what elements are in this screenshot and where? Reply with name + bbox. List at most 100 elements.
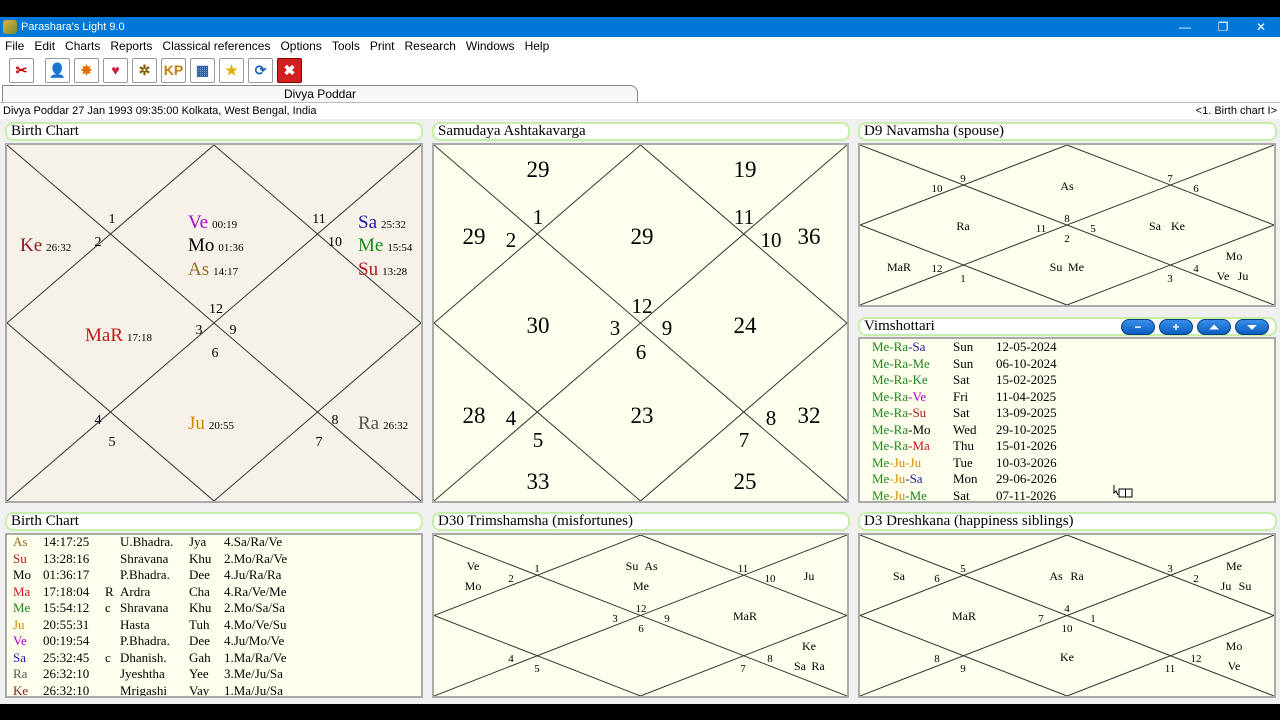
menu-options[interactable]: Options: [275, 39, 326, 53]
planet-row[interactable]: Ke 26:32:10 Mrigashi Vay 1.Ma/Ju/Sa: [13, 683, 421, 697]
menu-print[interactable]: Print: [365, 39, 400, 53]
minimize-button[interactable]: —: [1166, 17, 1204, 37]
dasha-weekday: Sat: [953, 405, 970, 420]
planet-row[interactable]: Ra 26:32:10 Jyeshtha Yee 3.Me/Ju/Sa: [13, 666, 421, 683]
planet-row[interactable]: Ma 17:18:04 R Ardra Cha 4.Ra/Ve/Me: [13, 584, 421, 601]
scroll-down-button[interactable]: ⏷: [1235, 319, 1269, 335]
ashtakavarga-panel[interactable]: 1 2 12 3 6 9 11 10 4 5 8 7 29 19 29 29 36 30 24 28 23 32 33 25: [432, 143, 849, 503]
menu-classical-references[interactable]: Classical references: [157, 39, 275, 53]
refresh-icon[interactable]: ⟳: [248, 57, 273, 83]
dasha-row[interactable]: Me-Ju-Me Sat 07-11-2026: [872, 488, 1272, 502]
menu-reports[interactable]: Reports: [105, 39, 157, 53]
menu-charts[interactable]: Charts: [60, 39, 105, 53]
dasha-period: Me-Ra-Me: [872, 356, 930, 373]
d3-header[interactable]: D3 Dreshkana (happiness siblings): [858, 512, 1277, 531]
house-number: 4: [1064, 603, 1070, 615]
planet-row[interactable]: Ve 00:19:54 P.Bhadra. Dee 4.Ju/Mo/Ve: [13, 633, 421, 650]
chart-selector[interactable]: <1. Birth chart I>: [1196, 103, 1277, 119]
vimshottari-controls: − + ⏶ ⏷: [1121, 319, 1273, 335]
dasha-lord: Me: [872, 471, 890, 486]
planet-row[interactable]: Su 13:28:16 Shravana Khu 2.Mo/Ra/Ve: [13, 550, 421, 568]
menu-file[interactable]: File: [0, 39, 29, 53]
collapse-button[interactable]: −: [1121, 319, 1155, 335]
sun-icon[interactable]: ✸: [74, 57, 99, 83]
heart-icon[interactable]: ♥: [103, 57, 128, 83]
planet-label: Ju: [1238, 269, 1249, 283]
menu-tools[interactable]: Tools: [327, 39, 365, 53]
planet-degree: 13:28:16: [43, 550, 90, 566]
vimshottari-panel[interactable]: Me-Ra-Sa Sun 12-05-2024 Me-Ra-Me Sun 06-10-20…: [858, 337, 1276, 503]
dasha-lord: -Ra: [889, 339, 909, 354]
planet-name: MaR: [85, 325, 123, 346]
nakshatra: Shravana: [120, 550, 169, 566]
house-number: 4: [95, 413, 102, 428]
person-icon[interactable]: 👤: [45, 57, 70, 83]
scroll-up-button[interactable]: ⏶: [1197, 319, 1231, 335]
restore-button[interactable]: ❐: [1204, 17, 1242, 37]
planet-label: Ve 00:19: [188, 212, 238, 233]
house-number: 10: [1062, 623, 1074, 635]
house-number: 2: [506, 228, 517, 252]
menu-windows[interactable]: Windows: [461, 39, 520, 53]
d30-diagram: 121110123 964587VeMoSu AsMeJuMaRKeSa Ra: [434, 535, 847, 696]
dasha-row[interactable]: Me-Ra-Ma Thu 15-01-2026: [872, 438, 1272, 455]
d9-panel[interactable]: 9 10 7 6 8 11 2 5 12 1 4 3 As Ra Sa Ke Mo MaR Su Me Ve Ju: [858, 143, 1276, 307]
dasha-row[interactable]: Me-Ra-Su Sat 13-09-2025: [872, 405, 1272, 422]
birth-chart-header[interactable]: Birth Chart: [5, 122, 423, 141]
nakshatra-abbr: Dee: [189, 633, 210, 648]
d30-panel[interactable]: 1 2 11 10 12 3 9 6 4 5 8 7 Ve Mo Su As Me Ju MaR Ke Sa Ra: [432, 533, 849, 698]
d3-panel[interactable]: 5 6 3 2 4 7 1 10 8 9 12 11 Sa As Ra Me Ju Su MaR Ke Mo Ve: [858, 533, 1276, 698]
house-number: 5: [960, 563, 966, 575]
house-number: 7: [1038, 613, 1044, 625]
planet-degree: 20:55: [209, 420, 235, 432]
close-button[interactable]: ✕: [1242, 17, 1280, 37]
planet-row[interactable]: Mo 01:36:17 P.Bhadra. Dee 4.Ju/Ra/Ra: [13, 567, 421, 584]
ashtakavarga-points: 19: [734, 157, 757, 182]
dasha-weekday: Tue: [953, 454, 973, 470]
birth-chart-panel[interactable]: 1 2 12 3 9 11 10 6 4 5 8 7 Ke 26:32 Ve 00:19 Mo 01:36 As 14…: [5, 143, 423, 503]
wheel-icon[interactable]: ✲: [132, 57, 157, 83]
d30-header[interactable]: D30 Trimshamsha (misfortunes): [432, 512, 850, 531]
planet-row[interactable]: Sa 25:32:45 c Dhanish. Gah 1.Ma/Ra/Ve: [13, 649, 421, 667]
birth-chart-diagram: 12 12 3 9 1110 6 45 87 Ke 26:32 Ve 00:19 Mo 01:36 As 14…: [7, 145, 421, 501]
ashtakavarga-points: 28: [463, 403, 486, 428]
birth-table-panel[interactable]: As 14:17:25 U.Bhadra. Jya 4.Sa/Ra/Ve Su 13:28:…: [5, 533, 423, 698]
dasha-row[interactable]: Me-Ra-Ke Sat 15-02-2025: [872, 372, 1272, 389]
house-number: 8: [332, 413, 339, 428]
dasha-weekday: Fri: [953, 388, 969, 404]
dasha-row[interactable]: Me-Ju-Sa Mon 29-06-2026: [872, 471, 1272, 488]
dasha-row[interactable]: Me-Ra-Ve Fri 11-04-2025: [872, 389, 1272, 406]
tools-icon[interactable]: ✂: [9, 57, 34, 83]
dasha-row[interactable]: Me-Ra-Sa Sun 12-05-2024: [872, 339, 1272, 356]
menu-edit[interactable]: Edit: [29, 39, 60, 53]
dasha-weekday: Wed: [953, 421, 977, 437]
close-red-icon[interactable]: ✖: [277, 57, 302, 83]
menu-research[interactable]: Research: [400, 39, 461, 53]
planet-row[interactable]: Ju 20:55:31 Hasta Tuh 4.Mo/Ve/Su: [13, 617, 421, 634]
planet-row[interactable]: Me 15:54:12 c Shravana Khu 2.Mo/Sa/Sa: [13, 600, 421, 617]
dasha-lord: -Ra: [889, 438, 909, 453]
menu-help[interactable]: Help: [520, 39, 555, 53]
house-number: 10: [328, 235, 342, 250]
dasha-row[interactable]: Me-Ra-Mo Wed 29-10-2025: [872, 422, 1272, 439]
planet-row[interactable]: As 14:17:25 U.Bhadra. Jya 4.Sa/Ra/Ve: [13, 534, 421, 551]
nakshatra-abbr: Yee: [189, 666, 209, 681]
star-icon[interactable]: ★: [219, 57, 244, 83]
house-number: 9: [662, 316, 673, 340]
dasha-row[interactable]: Me-Ra-Me Sun 06-10-2024: [872, 356, 1272, 373]
dasha-row[interactable]: Me-Ju-Ju Tue 10-03-2026: [872, 455, 1272, 472]
ashtakavarga-points: 30: [527, 313, 550, 338]
planet-label: MaR: [952, 609, 976, 623]
ashtakavarga-header[interactable]: Samudaya Ashtakavarga: [432, 122, 850, 141]
planet-degree: 25:32:45: [43, 649, 90, 665]
kp-icon[interactable]: KP: [161, 57, 186, 83]
planet-label: Ju: [804, 569, 815, 583]
tab-chart[interactable]: Divya Poddar: [2, 85, 638, 102]
planet-label: Mo: [1226, 639, 1243, 653]
birth-table-header[interactable]: Birth Chart: [5, 512, 423, 531]
house-number: 10: [765, 573, 777, 585]
chart-icon[interactable]: ▦: [190, 57, 215, 83]
planet-abbr: As: [13, 534, 28, 549]
d9-header[interactable]: D9 Navamsha (spouse): [858, 122, 1277, 141]
expand-button[interactable]: +: [1159, 319, 1193, 335]
